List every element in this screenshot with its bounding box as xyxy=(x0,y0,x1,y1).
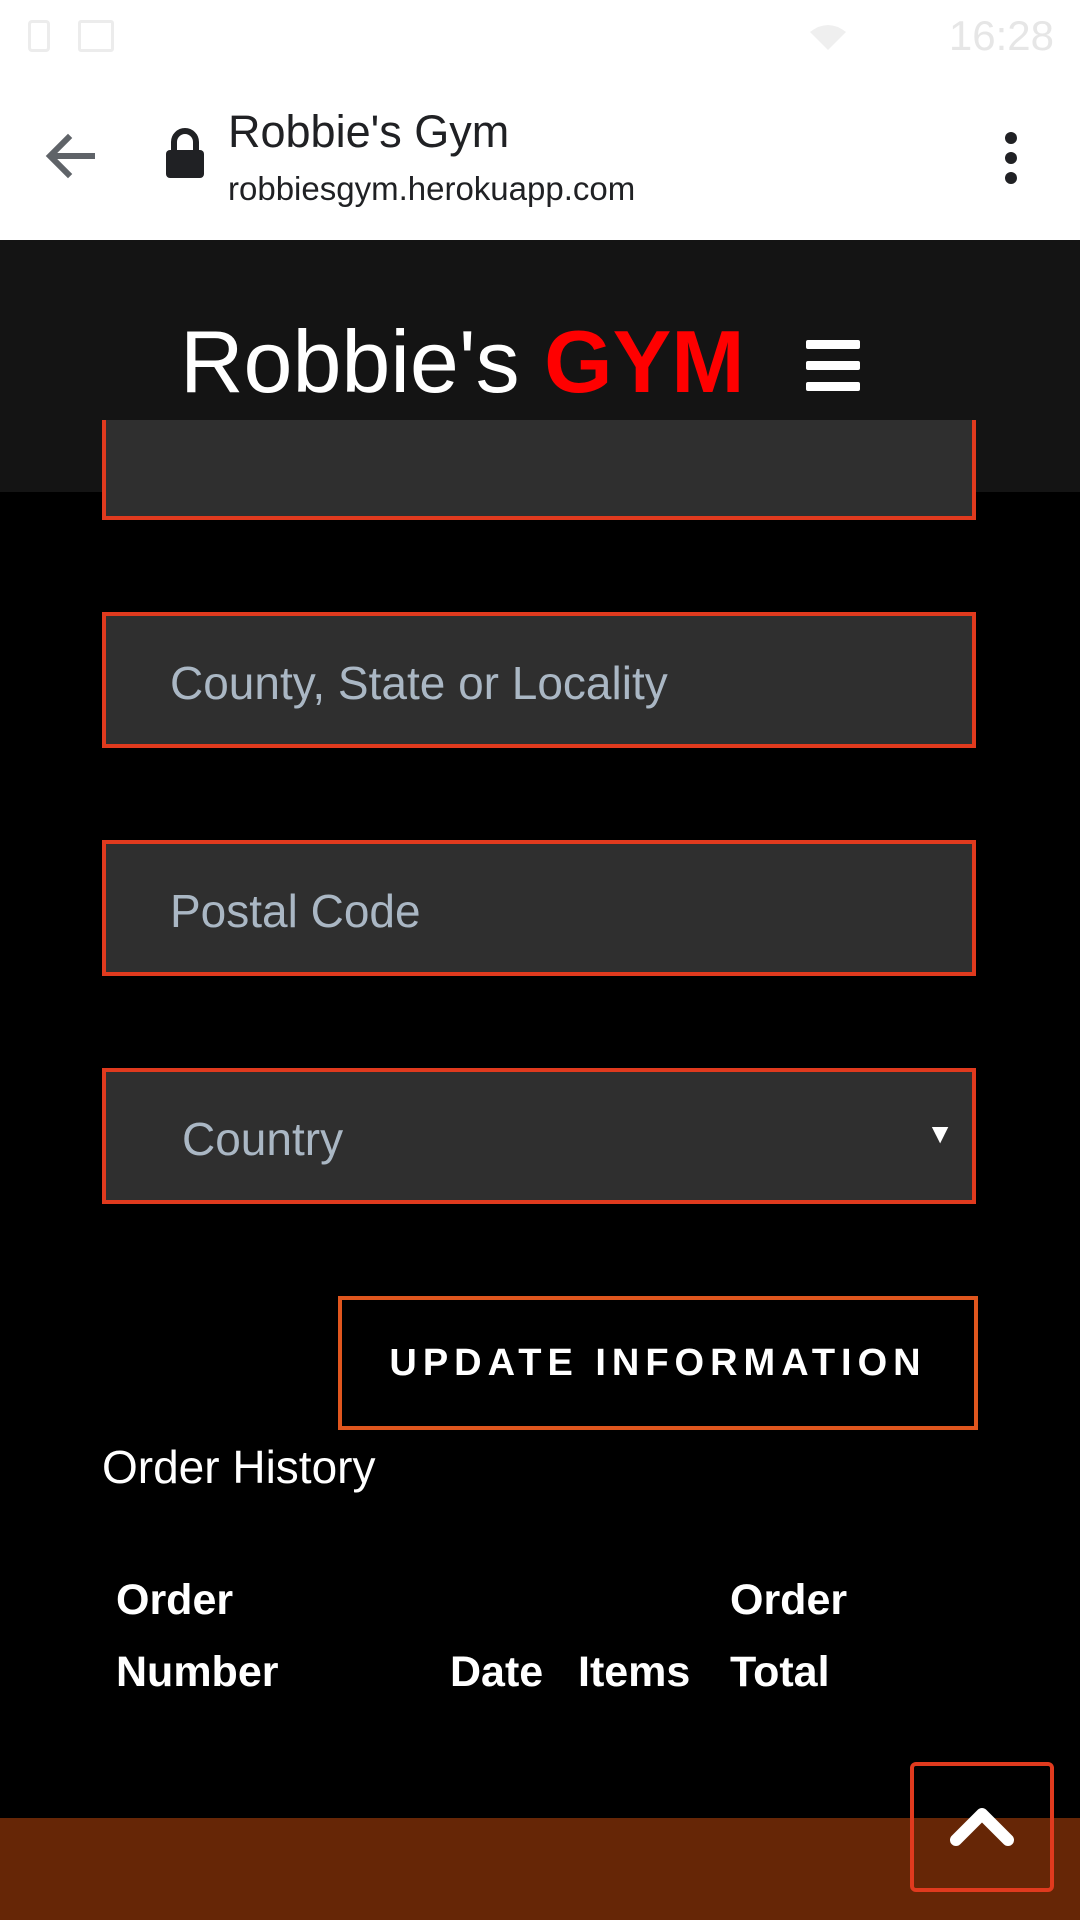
hamburger-menu-icon[interactable] xyxy=(806,340,860,392)
page-url[interactable]: robbiesgym.herokuapp.com xyxy=(228,170,635,208)
site-logo[interactable]: Robbie's GYM xyxy=(180,318,745,406)
dropdown-arrow-icon: ▼ xyxy=(926,1118,954,1149)
back-arrow-icon[interactable] xyxy=(40,126,100,186)
update-information-button[interactable]: UPDATE INFORMATION xyxy=(338,1296,978,1430)
postal-placeholder: Postal Code xyxy=(170,885,421,937)
brand-accent: GYM xyxy=(544,312,745,411)
chevron-up-icon xyxy=(950,1808,1014,1846)
col-order-total: Order Total xyxy=(730,1564,847,1708)
status-bar: 16:28 xyxy=(0,0,1080,76)
postal-code-input[interactable]: Postal Code xyxy=(102,840,976,976)
col-order-total-line2: Total xyxy=(730,1648,830,1696)
col-order-number-line1: Order xyxy=(116,1576,234,1624)
more-vert-icon[interactable] xyxy=(996,128,1026,188)
lock-icon[interactable] xyxy=(164,128,206,180)
browser-toolbar: Robbie's Gym robbiesgym.herokuapp.com xyxy=(0,76,1080,240)
scroll-to-top-button[interactable] xyxy=(910,1762,1054,1892)
col-order-number: Order Number xyxy=(116,1564,278,1708)
wifi-icon xyxy=(810,25,846,50)
col-order-number-line2: Number xyxy=(116,1648,279,1696)
col-order-total-line1: Order xyxy=(730,1576,848,1624)
col-items: Items xyxy=(578,1648,691,1696)
image-icon xyxy=(78,20,114,52)
sim-icon xyxy=(28,20,50,52)
country-select[interactable]: Country ▼ xyxy=(102,1068,976,1204)
order-history-heading: Order History xyxy=(102,1441,376,1493)
country-selected: Country xyxy=(182,1113,344,1165)
brand-main: Robbie's xyxy=(180,312,545,411)
status-time: 16:28 xyxy=(948,12,1054,59)
county-input[interactable]: County, State or Locality xyxy=(102,612,976,748)
address-field-partial[interactable] xyxy=(102,420,976,520)
page-title[interactable]: Robbie's Gym xyxy=(228,106,509,158)
col-date: Date xyxy=(450,1648,544,1696)
county-placeholder: County, State or Locality xyxy=(170,657,668,709)
